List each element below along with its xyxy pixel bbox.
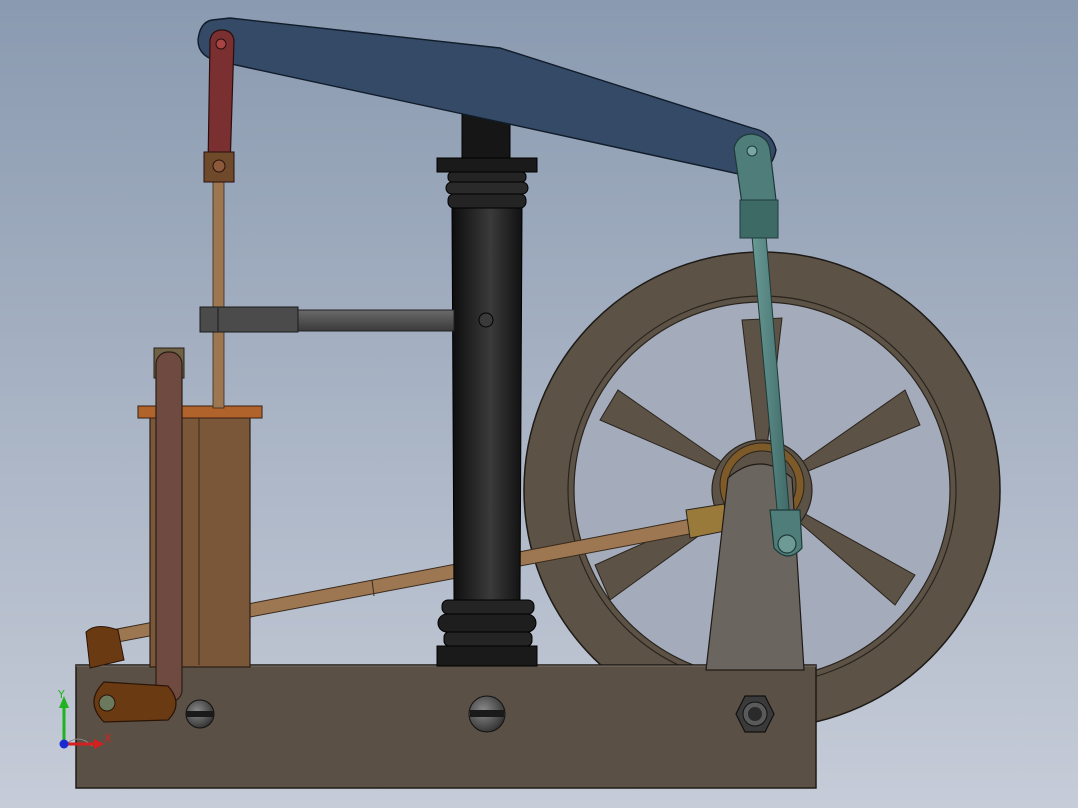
crank-end-pin (777, 534, 797, 554)
parallel-arm[interactable] (199, 306, 455, 333)
valve-rod-shaft (155, 351, 183, 703)
z-axis-dot (59, 739, 69, 749)
x-axis-label: X (104, 732, 112, 745)
coordinate-triad: Y X (57, 688, 112, 749)
x-axis-arrow (94, 739, 104, 749)
base-plate[interactable] (75, 664, 817, 789)
valve-rod[interactable] (153, 347, 185, 703)
model-viewport[interactable]: Y X (0, 0, 1078, 808)
connecting-rod-fork (739, 199, 779, 239)
piston-rod[interactable] (212, 179, 225, 409)
screw-left (185, 699, 215, 729)
y-axis-label: Y (57, 688, 65, 701)
hex-nut (735, 695, 775, 733)
parallel-arm-clamp (199, 306, 299, 333)
column-cap (436, 157, 538, 173)
beam-end-pin (746, 145, 758, 157)
screw-center (468, 695, 506, 733)
column-pin (478, 312, 494, 328)
beam-engine-model[interactable] (0, 0, 1078, 808)
column-foot (436, 645, 538, 667)
